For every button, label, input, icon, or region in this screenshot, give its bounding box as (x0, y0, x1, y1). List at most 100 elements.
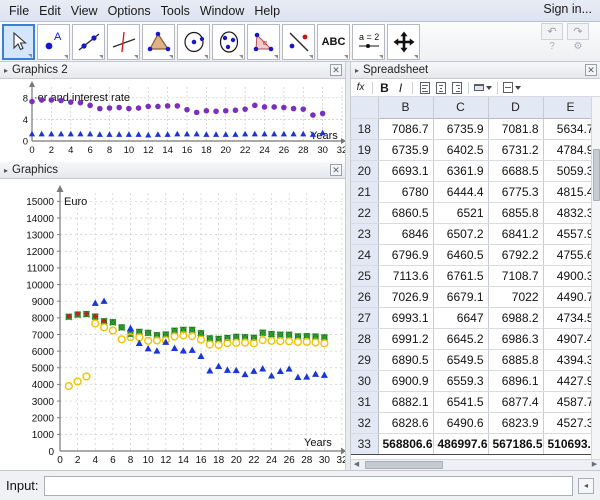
scroll-left-arrow[interactable]: ◀ (352, 461, 361, 469)
row-header[interactable]: 33 (351, 432, 379, 455)
row-header[interactable]: 25 (351, 265, 379, 287)
cell-D27[interactable]: 6988.2 (488, 307, 544, 329)
cell-C30[interactable]: 6559.3 (433, 370, 489, 392)
cell-border-button[interactable] (474, 81, 492, 95)
cell-D32[interactable]: 6823.9 (488, 412, 544, 434)
cell-E26[interactable]: 4490.7 (543, 286, 599, 308)
cell-C19[interactable]: 6402.5 (433, 139, 489, 161)
cell-E21[interactable]: 4815.4 (543, 181, 599, 203)
cell-D18[interactable]: 7081.8 (488, 118, 544, 140)
row-header[interactable]: 28 (351, 328, 379, 350)
cell-D26[interactable]: 7022 (488, 286, 544, 308)
cell-B20[interactable]: 6693.1 (378, 160, 434, 182)
cell-C29[interactable]: 6549.5 (433, 349, 489, 371)
row-header[interactable]: 19 (351, 139, 379, 161)
polygon-tool-button[interactable] (142, 23, 175, 60)
cell-format-button[interactable] (503, 81, 521, 95)
cell-C27[interactable]: 6647 (433, 307, 489, 329)
bold-button[interactable]: B (378, 81, 391, 95)
cell-B26[interactable]: 7026.9 (378, 286, 434, 308)
text-tool-button[interactable]: ABC (317, 23, 350, 60)
sign-in-link[interactable]: Sign in... (543, 2, 592, 16)
spreadsheet-vertical-scrollbar[interactable] (591, 97, 600, 459)
cell-C23[interactable]: 6507.2 (433, 223, 489, 245)
column-header-d[interactable]: D (488, 97, 544, 119)
cell-B27[interactable]: 6993.1 (378, 307, 434, 329)
cell-B25[interactable]: 7113.6 (378, 265, 434, 287)
menu-item-tools[interactable]: Tools (156, 2, 195, 20)
menu-item-edit[interactable]: Edit (34, 2, 66, 20)
formula-icon[interactable]: fx (354, 81, 367, 95)
tool-expand-corner[interactable] (379, 54, 383, 59)
tool-expand-corner[interactable] (64, 54, 68, 59)
row-header[interactable]: 18 (351, 118, 379, 140)
align-center-button[interactable] (434, 81, 447, 95)
cell-E25[interactable]: 4900.3 (543, 265, 599, 287)
cell-D29[interactable]: 6885.8 (488, 349, 544, 371)
cell-C20[interactable]: 6361.9 (433, 160, 489, 182)
ellipse-tool-button[interactable] (212, 23, 245, 60)
cell-B22[interactable]: 6860.5 (378, 202, 434, 224)
row-header[interactable]: 24 (351, 244, 379, 266)
cell-D19[interactable]: 6731.2 (488, 139, 544, 161)
cell-C26[interactable]: 6679.1 (433, 286, 489, 308)
tool-expand-corner[interactable] (414, 54, 418, 59)
menu-item-help[interactable]: Help (249, 2, 285, 20)
cell-E30[interactable]: 4427.9 (543, 370, 599, 392)
align-right-button[interactable] (450, 81, 463, 95)
cell-D21[interactable]: 6775.3 (488, 181, 544, 203)
redo-button[interactable]: ↷ (567, 23, 589, 40)
tool-expand-corner[interactable] (309, 54, 313, 59)
cell-E27[interactable]: 4734.5 (543, 307, 599, 329)
cell-D23[interactable]: 6841.2 (488, 223, 544, 245)
cell-B23[interactable]: 6846 (378, 223, 434, 245)
row-header[interactable]: 32 (351, 412, 379, 434)
cell-E19[interactable]: 4784.9 (543, 139, 599, 161)
graphics-close-button[interactable]: ✕ (330, 164, 342, 176)
cell-D24[interactable]: 6792.2 (488, 244, 544, 266)
tool-expand-corner[interactable] (99, 54, 103, 59)
tool-expand-corner[interactable] (134, 54, 138, 59)
tool-expand-corner[interactable] (28, 53, 32, 58)
cell-D22[interactable]: 6855.8 (488, 202, 544, 224)
help-button[interactable]: ? (541, 41, 563, 52)
cell-D25[interactable]: 7108.7 (488, 265, 544, 287)
spreadsheet-grid[interactable]: B C D E 18 7086.7 6735.9 7081.8 5634.7 19 6735… (351, 97, 600, 459)
cell-E29[interactable]: 4394.3 (543, 349, 599, 371)
graphics-view[interactable]: 0 2 4 6 8 10 12 14 16 18 20 22 24 26 28 30 32 0 1000 2000 30… (0, 179, 345, 470)
cell-D30[interactable]: 6896.1 (488, 370, 544, 392)
cell-D28[interactable]: 6986.3 (488, 328, 544, 350)
row-header[interactable]: 21 (351, 181, 379, 203)
cell-B21[interactable]: 6780 (378, 181, 434, 203)
tool-expand-corner[interactable] (274, 54, 278, 59)
move-graphics-tool-button[interactable] (387, 23, 420, 60)
cell-C31[interactable]: 6541.5 (433, 391, 489, 413)
spreadsheet-horizontal-scrollbar[interactable]: ◀ ▶ (351, 459, 600, 470)
cell-B24[interactable]: 6796.9 (378, 244, 434, 266)
perpendicular-line-tool-button[interactable] (107, 23, 140, 60)
tool-expand-corner[interactable] (344, 54, 348, 59)
cell-E18[interactable]: 5634.7 (543, 118, 599, 140)
collapse-triangle-icon[interactable]: ▸ (355, 66, 359, 75)
cell-E32[interactable]: 4527.3 (543, 412, 599, 434)
cell-E20[interactable]: 5059.3 (543, 160, 599, 182)
cell-E31[interactable]: 4587.7 (543, 391, 599, 413)
cell-C22[interactable]: 6521 (433, 202, 489, 224)
reflect-tool-button[interactable] (282, 23, 315, 60)
slider-tool-button[interactable]: a = 2 (352, 23, 385, 60)
cell-B30[interactable]: 6900.9 (378, 370, 434, 392)
row-header[interactable]: 22 (351, 202, 379, 224)
column-header-b[interactable]: B (378, 97, 434, 119)
cell-B18[interactable]: 7086.7 (378, 118, 434, 140)
cell-C28[interactable]: 6645.2 (433, 328, 489, 350)
input-field[interactable] (43, 475, 573, 496)
point-tool-button[interactable]: A (37, 23, 70, 60)
collapse-triangle-icon[interactable]: ▸ (4, 66, 8, 75)
cell-E23[interactable]: 4557.9 (543, 223, 599, 245)
align-left-button[interactable] (418, 81, 431, 95)
cell-C24[interactable]: 6460.5 (433, 244, 489, 266)
angle-tool-button[interactable]: α (247, 23, 280, 60)
cell-B31[interactable]: 6882.1 (378, 391, 434, 413)
column-header-e[interactable]: E (543, 97, 599, 119)
select-all-corner[interactable] (351, 97, 379, 119)
